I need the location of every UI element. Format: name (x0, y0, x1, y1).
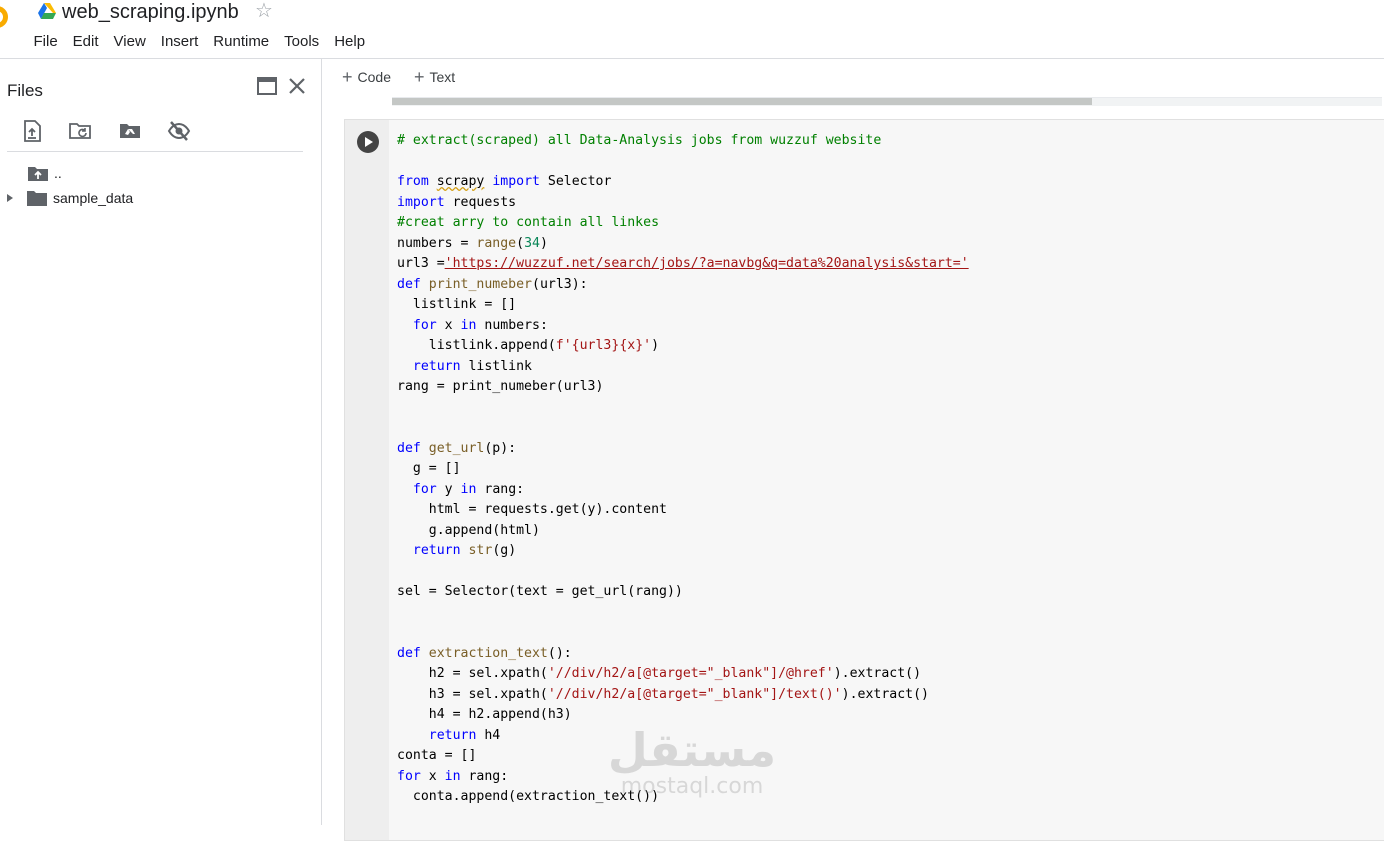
notebook-title[interactable]: web_scraping.ipynb (62, 0, 239, 24)
code-line: listlink = [] (397, 297, 517, 312)
code-cell[interactable]: # extract(scraped) all Data-Analysis job… (344, 119, 1384, 841)
code-line: h3 = sel.xpath('//div/h2/a[@target="_bla… (397, 686, 929, 702)
tree-item-label: .. (54, 165, 62, 181)
code-line: from scrapy import Selector (397, 174, 612, 189)
code-line: for y in rang: (412, 481, 525, 497)
code-line: url3 ='https://wuzzuf.net/search/jobs/?a… (397, 256, 969, 271)
code-line: conta.append(extraction_text()) (397, 789, 660, 804)
tree-item-sample-data[interactable]: sample_data (0, 187, 133, 209)
code-line: h4 = h2.append(h3) (397, 707, 572, 722)
code-line: # extract(scraped) all Data-Analysis job… (397, 133, 882, 148)
hide-files-icon[interactable] (167, 119, 191, 143)
menu-edit[interactable]: Edit (65, 31, 106, 53)
code-line: h2 = sel.xpath('//div/h2/a[@target="_bla… (397, 666, 922, 681)
refresh-folder-icon[interactable] (68, 119, 92, 143)
notebook-main: + Code + Text # extract(scraped) all Dat… (322, 59, 1384, 841)
code-line: for x in numbers: (412, 317, 548, 333)
menu-runtime[interactable]: Runtime (206, 31, 277, 53)
code-line: import requests (397, 194, 517, 210)
plus-icon: + (342, 67, 353, 87)
upload-file-icon[interactable] (20, 119, 44, 143)
code-line: def print_numeber(url3): (397, 276, 588, 292)
close-icon[interactable] (287, 76, 307, 96)
horizontal-scrollbar[interactable] (392, 97, 1382, 106)
code-line: return h4 (428, 727, 501, 743)
menu-insert[interactable]: Insert (153, 31, 206, 53)
code-line: return listlink (412, 358, 532, 374)
code-line: listlink.append(f'{url3}{x}') (397, 338, 660, 353)
code-line: numbers = range(34) (397, 235, 548, 251)
colab-logo[interactable] (0, 6, 8, 28)
menu-tools[interactable]: Tools (277, 31, 327, 53)
add-code-label: Code (357, 69, 391, 85)
code-line: sel = Selector(text = get_url(rang)) (397, 584, 683, 599)
code-line: g.append(html) (397, 522, 540, 538)
menu-file[interactable]: File (26, 31, 65, 53)
plus-icon: + (414, 67, 425, 87)
code-line: for x in rang: (397, 768, 509, 784)
code-line: #creat arry to contain all linkes (397, 215, 660, 230)
menu-bar: File Edit View Insert Runtime Tools Help (26, 31, 373, 53)
tree-item-parent[interactable]: .. (0, 162, 62, 184)
code-line: html = requests.get(y).content (397, 502, 667, 517)
code-line: def extraction_text(): (397, 645, 572, 661)
code-line: def get_url(p): (397, 440, 517, 456)
run-cell-button[interactable] (357, 131, 379, 153)
menu-view[interactable]: View (106, 31, 153, 53)
tree-item-label: sample_data (53, 190, 134, 206)
code-line: conta = [] (397, 748, 477, 763)
add-text-label: Text (429, 69, 456, 85)
add-code-button[interactable]: + Code (342, 68, 391, 86)
code-editor[interactable]: # extract(scraped) all Data-Analysis job… (389, 120, 1384, 840)
sidebar-divider (7, 151, 303, 152)
menu-help[interactable]: Help (327, 31, 373, 53)
folder-up-icon (28, 167, 48, 181)
chevron-right-icon[interactable] (6, 193, 14, 203)
scrollbar-thumb[interactable] (392, 98, 1092, 105)
code-line: g = [] (397, 461, 461, 476)
star-icon[interactable]: ☆ (255, 0, 273, 23)
cell-gutter (345, 120, 389, 840)
google-drive-icon (38, 3, 56, 19)
open-in-window-icon[interactable] (257, 77, 277, 95)
files-panel-title: Files (7, 81, 43, 100)
code-line: rang = print_numeber(url3) (397, 379, 604, 394)
files-sidebar: Files .. sample_data (0, 59, 322, 825)
code-line: return str(g) (412, 543, 517, 558)
mount-drive-icon[interactable] (118, 119, 142, 143)
add-text-button[interactable]: + Text (414, 68, 455, 86)
top-header: web_scraping.ipynb ☆ File Edit View Inse… (0, 0, 1384, 59)
code-content: # extract(scraped) all Data-Analysis job… (397, 131, 969, 808)
folder-icon (27, 191, 47, 206)
